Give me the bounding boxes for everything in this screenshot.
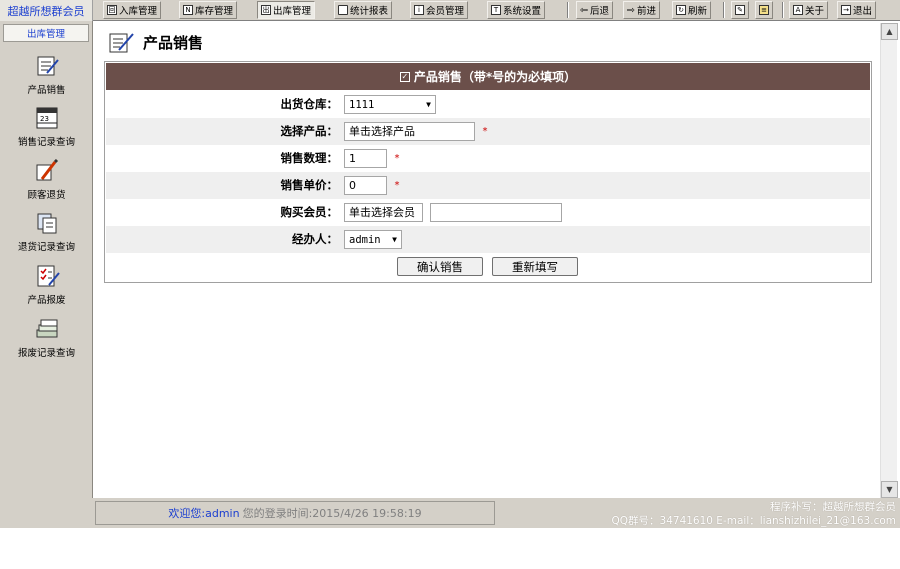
outbound-icon: 出 [261, 5, 271, 15]
main-content: 产品销售 ✓ 产品销售（带*号的为必填项） 出货仓库： 1111 ▼ 选择产品： [95, 23, 880, 498]
form-buttons: 确认销售 重新填写 [397, 257, 578, 276]
form-header: ✓ 产品销售（带*号的为必填项） [106, 63, 870, 90]
sale-form: ✓ 产品销售（带*号的为必填项） 出货仓库： 1111 ▼ 选择产品： 单击选择… [104, 61, 872, 283]
sidebar-item-customer-return[interactable]: 顾客退货 [0, 158, 93, 201]
about-button[interactable]: A 关于 [789, 1, 829, 19]
top-toolbar: 超越所想群会员 回 入库管理 N 库存管理 出 出库管理 统计报表 i 会员管理… [0, 0, 900, 21]
handler-label: 经办人： [292, 232, 338, 246]
checklist-icon [37, 265, 60, 287]
chevron-down-icon: ▼ [426, 100, 431, 109]
sidebar-title: 出库管理 [3, 24, 89, 42]
inbound-icon: 回 [107, 5, 117, 15]
settings-icon: T [491, 5, 501, 15]
toolbar-separator [723, 2, 725, 18]
confirm-sale-button[interactable]: 确认销售 [397, 257, 483, 276]
price-input[interactable]: 0 [344, 176, 387, 195]
quantity-row: 销售数理： 1 * [106, 145, 870, 172]
inventory-icon: N [183, 5, 193, 15]
forward-arrow-icon: ⇨ [627, 4, 635, 16]
scroll-up-icon[interactable]: ▲ [881, 23, 898, 40]
warehouse-label: 出货仓库： [280, 97, 339, 111]
member-picker-input[interactable]: 单击选择会员 [344, 203, 423, 222]
back-arrow-icon: ⇦ [580, 4, 588, 16]
credit-line: 程序补写：超越所想群会员 [770, 501, 896, 513]
sidebar-item-return-records[interactable]: 退货记录查询 [0, 211, 93, 253]
chevron-down-icon: ▼ [392, 235, 397, 244]
sidebar: 出库管理 产品销售 23 销售记录查询 顾客退货 退货记录查询 产品报废 报废记… [0, 21, 93, 528]
sidebar-item-sales-records[interactable]: 23 销售记录查询 [0, 106, 93, 148]
member-label: 购买会员： [280, 205, 339, 219]
refresh-button[interactable]: ↻ 刷新 [672, 1, 712, 19]
brand-label: 超越所想群会员 [0, 0, 93, 21]
page-header: 产品销售 [107, 29, 203, 55]
warehouse-select[interactable]: 1111 ▼ [344, 95, 436, 114]
credits: 程序补写：超越所想群会员 QQ群号：34741610 E-mail：liansh… [612, 500, 897, 528]
product-sale-icon [109, 33, 134, 53]
stack-icon [36, 319, 57, 338]
quantity-label: 销售数理： [280, 151, 339, 165]
product-sale-icon [37, 56, 59, 76]
member-button[interactable]: i 会员管理 [410, 1, 469, 19]
outbound-button[interactable]: 出 出库管理 [257, 1, 316, 19]
exit-button[interactable]: → 退出 [837, 1, 877, 19]
svg-text:23: 23 [40, 115, 49, 123]
folder-icon [338, 5, 348, 15]
forward-button[interactable]: ⇨ 前进 [623, 1, 660, 19]
refresh-icon: ↻ [676, 5, 686, 15]
product-row: 选择产品： 单击选择产品 * [106, 118, 870, 145]
required-mark: * [394, 180, 400, 191]
toolbar-separator [567, 2, 569, 18]
about-icon: A [793, 5, 803, 15]
settings-button[interactable]: T 系统设置 [487, 1, 546, 19]
product-label: 选择产品： [280, 124, 339, 138]
inventory-button[interactable]: N 库存管理 [179, 1, 238, 19]
contact-line: QQ群号：34741610 E-mail：lianshizhilei_21@16… [611, 515, 897, 527]
sidebar-item-product-scrap[interactable]: 产品报废 [0, 264, 93, 306]
copy-pages-icon [37, 213, 56, 234]
member-row: 购买会员： 单击选择会员 [106, 199, 870, 226]
checkbox-icon: ✓ [399, 71, 410, 82]
quantity-input[interactable]: 1 [344, 149, 387, 168]
handler-select[interactable]: admin ▼ [344, 230, 402, 249]
edit-icon: ✎ [735, 5, 745, 15]
pencil-icon [36, 158, 58, 181]
back-button[interactable]: ⇦ 后退 [576, 1, 613, 19]
status-bar: 欢迎您:admin 您的登录时间:2015/4/26 19:58:19 程序补写… [0, 498, 900, 528]
welcome-text: 欢迎您:admin [168, 507, 240, 520]
reset-button[interactable]: 重新填写 [492, 257, 578, 276]
product-picker-input[interactable]: 单击选择产品 [344, 122, 475, 141]
price-row: 销售单价： 0 * [106, 172, 870, 199]
scroll-down-icon[interactable]: ▼ [881, 481, 898, 498]
page-title: 产品销售 [143, 33, 204, 52]
reports-button[interactable]: 统计报表 [334, 1, 393, 19]
required-mark: * [394, 153, 400, 164]
login-time-text: 您的登录时间:2015/4/26 19:58:19 [242, 507, 422, 520]
edit-button[interactable]: ✎ [731, 1, 749, 19]
app-window: 超越所想群会员 回 入库管理 N 库存管理 出 出库管理 统计报表 i 会员管理… [0, 0, 900, 528]
price-label: 销售单价： [280, 178, 339, 192]
member-name-field[interactable] [429, 203, 562, 222]
notes-icon: ≡ [759, 5, 769, 15]
notes-button[interactable]: ≡ [755, 1, 773, 19]
warehouse-row: 出货仓库： 1111 ▼ [106, 91, 870, 118]
sidebar-item-product-sale[interactable]: 产品销售 [0, 54, 93, 96]
handler-row: 经办人： admin ▼ [106, 226, 870, 253]
sidebar-item-scrap-records[interactable]: 报废记录查询 [0, 317, 93, 359]
exit-icon: → [841, 5, 851, 15]
vertical-scrollbar[interactable]: ▲ ▼ [880, 23, 898, 498]
toolbar-separator [782, 2, 784, 18]
member-icon: i [414, 5, 424, 15]
calendar-icon: 23 [36, 107, 57, 129]
required-mark: * [482, 126, 488, 137]
inbound-button[interactable]: 回 入库管理 [103, 1, 162, 19]
login-info: 欢迎您:admin 您的登录时间:2015/4/26 19:58:19 [95, 501, 495, 525]
